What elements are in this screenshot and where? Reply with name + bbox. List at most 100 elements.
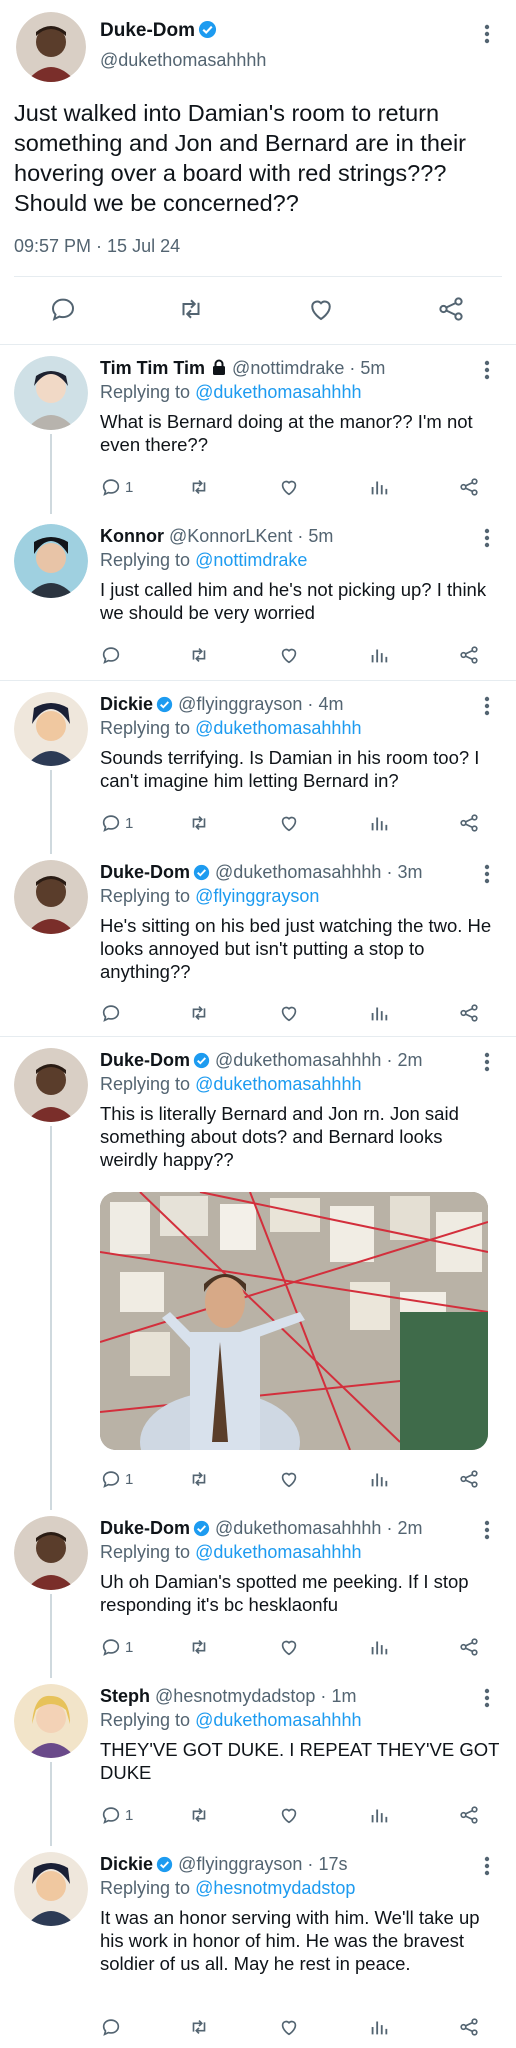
share-icon[interactable] xyxy=(458,642,480,668)
main-tweet: Duke-Dom @dukethomasahhhh Just walked in… xyxy=(0,0,516,340)
replying-to-link[interactable]: @hesnotmydadstop xyxy=(195,1878,355,1898)
display-name[interactable]: Duke-Dom xyxy=(100,862,190,882)
reply-icon[interactable] xyxy=(48,294,80,326)
avatar[interactable] xyxy=(16,12,86,82)
reply-text: THEY'VE GOT DUKE. I REPEAT THEY'VE GOT D… xyxy=(100,1739,500,1783)
avatar[interactable] xyxy=(14,860,88,934)
retweet-icon[interactable] xyxy=(188,474,210,500)
reply-button[interactable] xyxy=(100,2014,122,2040)
retweet-icon[interactable] xyxy=(176,294,208,326)
like-icon[interactable] xyxy=(278,642,300,668)
share-icon[interactable] xyxy=(458,1000,480,1026)
more-options-icon[interactable] xyxy=(484,1520,490,1545)
like-icon[interactable] xyxy=(278,1000,300,1026)
analytics-icon[interactable] xyxy=(368,1466,390,1492)
replying-to-link[interactable]: @dukethomasahhhh xyxy=(195,1074,361,1094)
share-icon[interactable] xyxy=(458,810,480,836)
like-icon[interactable] xyxy=(278,2014,300,2040)
reply-button[interactable]: 1 xyxy=(100,1634,133,1660)
avatar[interactable] xyxy=(14,1048,88,1122)
reply-text: What is Bernard doing at the manor?? I'm… xyxy=(100,411,473,455)
replying-to-link[interactable]: @dukethomasahhhh xyxy=(195,718,361,738)
reply-button[interactable]: 1 xyxy=(100,810,133,836)
replying-to-link[interactable]: @dukethomasahhhh xyxy=(195,1710,361,1730)
user-handle[interactable]: @KonnorLKent xyxy=(169,526,292,546)
retweet-icon[interactable] xyxy=(188,642,210,668)
share-icon[interactable] xyxy=(458,474,480,500)
reply-header: Steph @hesnotmydadstop · 1m xyxy=(100,1686,356,1707)
like-icon[interactable] xyxy=(278,474,300,500)
display-name[interactable]: Dickie xyxy=(100,694,153,714)
replying-to: Replying to @nottimdrake xyxy=(100,550,308,570)
retweet-icon[interactable] xyxy=(188,1634,210,1660)
retweet-icon[interactable] xyxy=(188,2014,210,2040)
display-name[interactable]: Duke-Dom xyxy=(100,1518,190,1538)
reply-actions: 1 xyxy=(100,1466,490,1492)
display-name[interactable]: Duke-Dom xyxy=(100,20,217,42)
reply-text: This is literally Bernard and Jon rn. Jo… xyxy=(100,1103,459,1170)
share-icon[interactable] xyxy=(458,1634,480,1660)
avatar[interactable] xyxy=(14,692,88,766)
user-handle[interactable]: @flyinggrayson xyxy=(178,1854,302,1874)
like-icon[interactable] xyxy=(278,810,300,836)
more-options-icon[interactable] xyxy=(484,864,490,889)
like-icon[interactable] xyxy=(278,1466,300,1492)
user-handle[interactable]: @dukethomasahhhh xyxy=(100,50,266,71)
reply-button[interactable] xyxy=(100,1000,122,1026)
share-icon[interactable] xyxy=(458,1802,480,1828)
retweet-icon[interactable] xyxy=(188,1000,210,1026)
replying-to-link[interactable]: @flyinggrayson xyxy=(195,886,319,906)
display-name[interactable]: Steph xyxy=(100,1686,150,1706)
display-name[interactable]: Konnor xyxy=(100,526,164,546)
share-icon[interactable] xyxy=(458,2014,480,2040)
replying-to-link[interactable]: @dukethomasahhhh xyxy=(195,1542,361,1562)
reply-button[interactable]: 1 xyxy=(100,1802,133,1828)
avatar[interactable] xyxy=(14,524,88,598)
user-handle[interactable]: @nottimdrake xyxy=(232,358,344,378)
share-icon[interactable] xyxy=(458,1466,480,1492)
like-icon[interactable] xyxy=(278,1802,300,1828)
retweet-icon[interactable] xyxy=(188,810,210,836)
more-options-icon[interactable] xyxy=(484,360,490,385)
share-icon[interactable] xyxy=(436,294,468,326)
like-icon[interactable] xyxy=(306,294,338,326)
analytics-icon[interactable] xyxy=(368,474,390,500)
reply-button[interactable] xyxy=(100,642,122,668)
user-handle[interactable]: @dukethomasahhhh xyxy=(215,862,381,882)
display-name[interactable]: Duke-Dom xyxy=(100,1050,190,1070)
media-image[interactable] xyxy=(100,1192,488,1450)
reply-header: Duke-Dom @dukethomasahhhh · 2m xyxy=(100,1518,422,1539)
analytics-icon[interactable] xyxy=(368,642,390,668)
avatar[interactable] xyxy=(14,356,88,430)
more-options-icon[interactable] xyxy=(484,696,490,721)
retweet-icon[interactable] xyxy=(188,1802,210,1828)
analytics-icon[interactable] xyxy=(368,1802,390,1828)
more-options-icon[interactable] xyxy=(484,1856,490,1881)
avatar[interactable] xyxy=(14,1684,88,1758)
analytics-icon[interactable] xyxy=(368,810,390,836)
replying-to-link[interactable]: @dukethomasahhhh xyxy=(195,382,361,402)
more-options-icon[interactable] xyxy=(484,1052,490,1077)
analytics-icon[interactable] xyxy=(368,2014,390,2040)
reply-count: 1 xyxy=(125,1638,134,1656)
user-handle[interactable]: @flyinggrayson xyxy=(178,694,302,714)
reply-button[interactable]: 1 xyxy=(100,1466,133,1492)
user-handle[interactable]: @hesnotmydadstop xyxy=(155,1686,315,1706)
more-options-icon[interactable] xyxy=(484,528,490,553)
avatar[interactable] xyxy=(14,1516,88,1590)
more-options-icon[interactable] xyxy=(484,1688,490,1713)
verified-badge-icon xyxy=(156,696,173,713)
reply-button[interactable]: 1 xyxy=(100,474,133,500)
display-name[interactable]: Dickie xyxy=(100,1854,153,1874)
like-icon[interactable] xyxy=(278,1634,300,1660)
retweet-icon[interactable] xyxy=(188,1466,210,1492)
analytics-icon[interactable] xyxy=(368,1000,390,1026)
display-name[interactable]: Tim Tim Tim xyxy=(100,358,205,378)
user-handle[interactable]: @dukethomasahhhh xyxy=(215,1050,381,1070)
divider xyxy=(0,344,516,345)
more-options-icon[interactable] xyxy=(484,24,490,49)
replying-to-link[interactable]: @nottimdrake xyxy=(195,550,307,570)
user-handle[interactable]: @dukethomasahhhh xyxy=(215,1518,381,1538)
analytics-icon[interactable] xyxy=(368,1634,390,1660)
avatar[interactable] xyxy=(14,1852,88,1926)
